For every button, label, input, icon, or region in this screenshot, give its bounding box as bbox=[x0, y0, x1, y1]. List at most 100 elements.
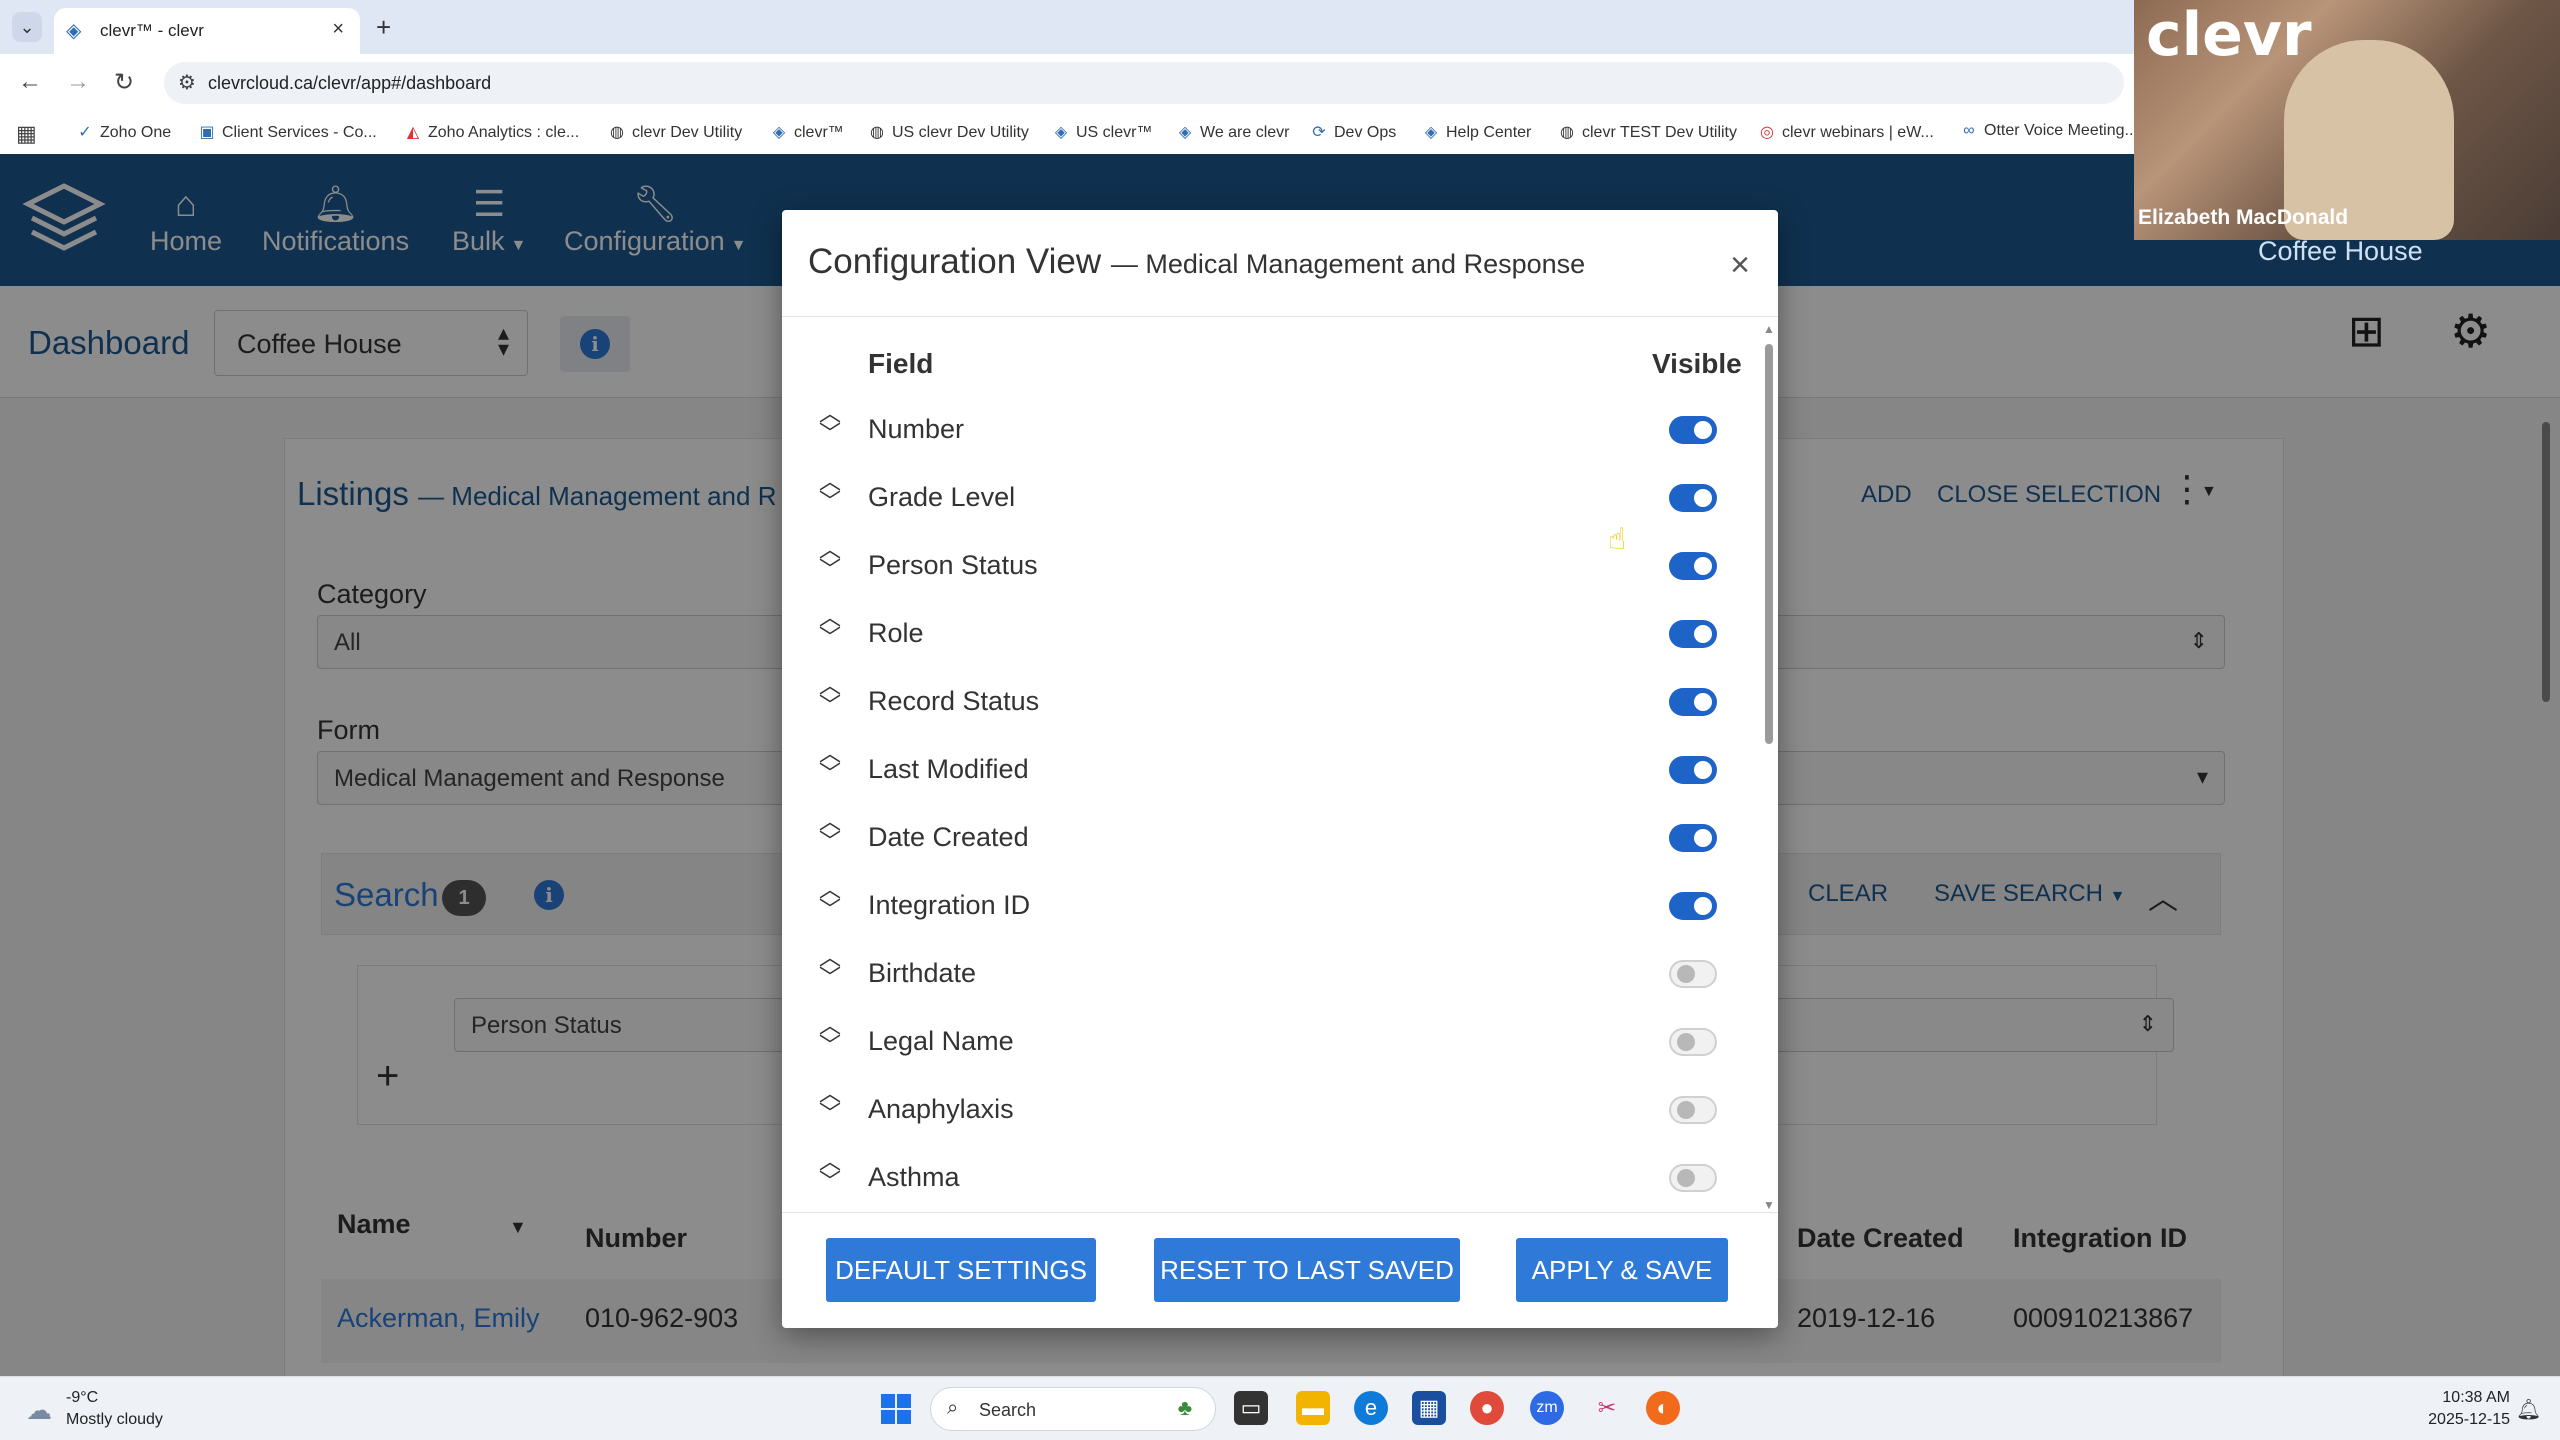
default-settings-button[interactable]: DEFAULT SETTINGS bbox=[826, 1238, 1096, 1302]
visible-toggle[interactable] bbox=[1669, 552, 1717, 580]
snipping-tool-icon[interactable]: ✂ bbox=[1590, 1391, 1624, 1425]
field-row[interactable]: ︿ ﹀ Record Status bbox=[782, 668, 1742, 736]
reorder-updown-icon[interactable]: ︿ ﹀ bbox=[818, 675, 842, 726]
reorder-updown-icon[interactable]: ︿ ﹀ bbox=[818, 743, 842, 794]
back-arrow-icon[interactable]: ← bbox=[18, 68, 42, 96]
scroll-down-icon[interactable]: ▼ bbox=[1763, 1198, 1775, 1212]
cloud-icon[interactable]: ☁ bbox=[26, 1395, 52, 1426]
visible-toggle[interactable] bbox=[1669, 620, 1717, 648]
field-name: Anaphylaxis bbox=[868, 1094, 1014, 1124]
field-row[interactable]: ︿ ﹀ Person Status bbox=[782, 532, 1742, 600]
field-name: Date Created bbox=[868, 822, 1029, 852]
toggle-knob bbox=[1677, 965, 1695, 983]
firefox-browser-icon[interactable]: ◐ bbox=[1646, 1391, 1680, 1425]
field-row[interactable]: ︿ ﹀ Number bbox=[782, 396, 1742, 464]
globe-icon: ◍ bbox=[870, 124, 884, 141]
windows-start-icon[interactable] bbox=[880, 1393, 912, 1425]
site-info-icon[interactable]: ⚙ bbox=[178, 70, 196, 95]
store-icon[interactable]: ▦ bbox=[1412, 1391, 1446, 1425]
modal-scrollbar[interactable]: ▲ ▼ bbox=[1762, 322, 1776, 1212]
bookmark-item[interactable]: ⟳ Dev Ops bbox=[1310, 122, 1396, 142]
field-row[interactable]: ︿ ﹀ Asthma bbox=[782, 1144, 1742, 1212]
new-tab-plus-icon[interactable]: + bbox=[376, 12, 391, 43]
bookmark-item[interactable]: ◈ clevr™ bbox=[770, 122, 844, 142]
clock-time[interactable]: 10:38 AM bbox=[2420, 1389, 2510, 1407]
tab-list-chevron-icon[interactable]: ⌄ bbox=[12, 12, 42, 42]
reset-to-last-saved-button[interactable]: RESET TO LAST SAVED bbox=[1154, 1238, 1460, 1302]
reorder-updown-icon[interactable]: ︿ ﹀ bbox=[818, 1083, 842, 1134]
apply-and-save-button[interactable]: APPLY & SAVE bbox=[1516, 1238, 1728, 1302]
reorder-updown-icon[interactable]: ︿ ﹀ bbox=[818, 947, 842, 998]
field-row[interactable]: ︿ ﹀ Anaphylaxis bbox=[782, 1076, 1742, 1144]
scroll-up-icon[interactable]: ▲ bbox=[1763, 322, 1775, 336]
field-row[interactable]: ︿ ﹀ Integration ID bbox=[782, 872, 1742, 940]
tree-widget-icon[interactable]: ♣ bbox=[1168, 1391, 1202, 1425]
visible-toggle[interactable] bbox=[1669, 1096, 1717, 1124]
bookmark-item[interactable]: ◍ clevr Dev Utility bbox=[608, 122, 742, 142]
clevr-icon: ◈ bbox=[1178, 124, 1192, 141]
reorder-updown-icon[interactable]: ︿ ﹀ bbox=[818, 1151, 842, 1202]
field-row[interactable]: ︿ ﹀ Last Modified bbox=[782, 736, 1742, 804]
column-header-visible: Visible bbox=[1652, 348, 1742, 379]
webinar-icon: ◎ bbox=[1760, 124, 1774, 141]
modal-scrollbar-thumb[interactable] bbox=[1765, 344, 1773, 744]
bookmark-item[interactable]: ✓ Zoho One bbox=[76, 122, 171, 142]
taskbar-search-placeholder: Search bbox=[979, 1400, 1037, 1420]
visible-toggle[interactable] bbox=[1669, 484, 1717, 512]
bookmark-item[interactable]: ◈ US clevr™ bbox=[1052, 122, 1153, 142]
reorder-updown-icon[interactable]: ︿ ﹀ bbox=[818, 539, 842, 590]
visible-toggle[interactable] bbox=[1669, 1164, 1717, 1192]
edge-browser-icon[interactable]: e bbox=[1354, 1391, 1388, 1425]
visible-toggle[interactable] bbox=[1669, 688, 1717, 716]
visible-toggle[interactable] bbox=[1669, 756, 1717, 784]
tab-close-icon[interactable]: × bbox=[332, 18, 344, 41]
bookmark-item[interactable]: ◭ Zoho Analytics : cle... bbox=[404, 122, 579, 142]
visible-toggle[interactable] bbox=[1669, 824, 1717, 852]
apps-grid-icon[interactable]: ▦ bbox=[16, 121, 37, 147]
visible-toggle[interactable] bbox=[1669, 960, 1717, 988]
visible-toggle[interactable] bbox=[1669, 892, 1717, 920]
close-icon[interactable]: × bbox=[1730, 246, 1750, 285]
reorder-updown-icon[interactable]: ︿ ﹀ bbox=[818, 811, 842, 862]
visible-toggle[interactable] bbox=[1669, 1028, 1717, 1056]
bookmark-item[interactable]: ∞ Otter Voice Meeting... bbox=[1960, 122, 2138, 140]
globe-icon: ◍ bbox=[1560, 124, 1574, 141]
bookmark-item[interactable]: ◈ Help Center bbox=[1422, 122, 1532, 142]
bookmark-item[interactable]: ▣ Client Services - Co... bbox=[198, 122, 376, 142]
toggle-knob bbox=[1694, 421, 1712, 439]
field-row[interactable]: ︿ ﹀ Birthdate bbox=[782, 940, 1742, 1008]
weather-temperature[interactable]: -9°C bbox=[66, 1389, 98, 1407]
tab-title: clevr™ - clevr bbox=[100, 21, 204, 40]
field-row[interactable]: ︿ ﹀ Date Created bbox=[782, 804, 1742, 872]
reorder-updown-icon[interactable]: ︿ ﹀ bbox=[818, 607, 842, 658]
bookmark-item[interactable]: ◈ We are clevr bbox=[1176, 122, 1290, 142]
reorder-updown-icon[interactable]: ︿ ﹀ bbox=[818, 471, 842, 522]
url-field[interactable]: ⚙ clevrcloud.ca/clevr/app#/dashboard bbox=[164, 62, 2124, 104]
field-row[interactable]: ︿ ﹀ Role bbox=[782, 600, 1742, 668]
reorder-updown-icon[interactable]: ︿ ﹀ bbox=[818, 879, 842, 930]
field-row[interactable]: ︿ ﹀ Grade Level bbox=[782, 464, 1742, 532]
file-explorer-icon[interactable]: ▬ bbox=[1296, 1391, 1330, 1425]
notification-bell-icon[interactable]: 🔔︎ bbox=[2516, 1397, 2541, 1422]
reorder-updown-icon[interactable]: ︿ ﹀ bbox=[818, 1015, 842, 1066]
zoom-app-icon[interactable]: zm bbox=[1530, 1391, 1564, 1425]
browser-tab[interactable]: ◈ clevr™ - clevr × bbox=[54, 8, 360, 54]
bookmark-item[interactable]: ◍ US clevr Dev Utility bbox=[868, 122, 1029, 142]
analytics-icon: ◭ bbox=[406, 124, 420, 141]
toggle-knob bbox=[1694, 557, 1712, 575]
chrome-browser-icon[interactable]: ● bbox=[1470, 1391, 1504, 1425]
weather-description[interactable]: Mostly cloudy bbox=[66, 1411, 163, 1429]
reorder-updown-icon[interactable]: ︿ ﹀ bbox=[818, 403, 842, 454]
webcam-video: clevr Elizabeth MacDonald bbox=[2134, 0, 2560, 240]
url-text: clevrcloud.ca/clevr/app#/dashboard bbox=[208, 73, 492, 93]
bookmark-item[interactable]: ◍ clevr TEST Dev Utility bbox=[1558, 122, 1737, 142]
bookmark-item[interactable]: ◎ clevr webinars | eW... bbox=[1758, 122, 1934, 142]
toggle-knob bbox=[1677, 1033, 1695, 1051]
field-row[interactable]: ︿ ﹀ Legal Name bbox=[782, 1008, 1742, 1076]
reload-icon[interactable]: ↻ bbox=[114, 68, 134, 97]
visible-toggle[interactable] bbox=[1669, 416, 1717, 444]
task-view-icon[interactable]: ▭ bbox=[1234, 1391, 1268, 1425]
toggle-knob bbox=[1694, 693, 1712, 711]
clock-date[interactable]: 2025-12-15 bbox=[2400, 1411, 2510, 1429]
forward-arrow-icon[interactable]: → bbox=[66, 68, 90, 96]
